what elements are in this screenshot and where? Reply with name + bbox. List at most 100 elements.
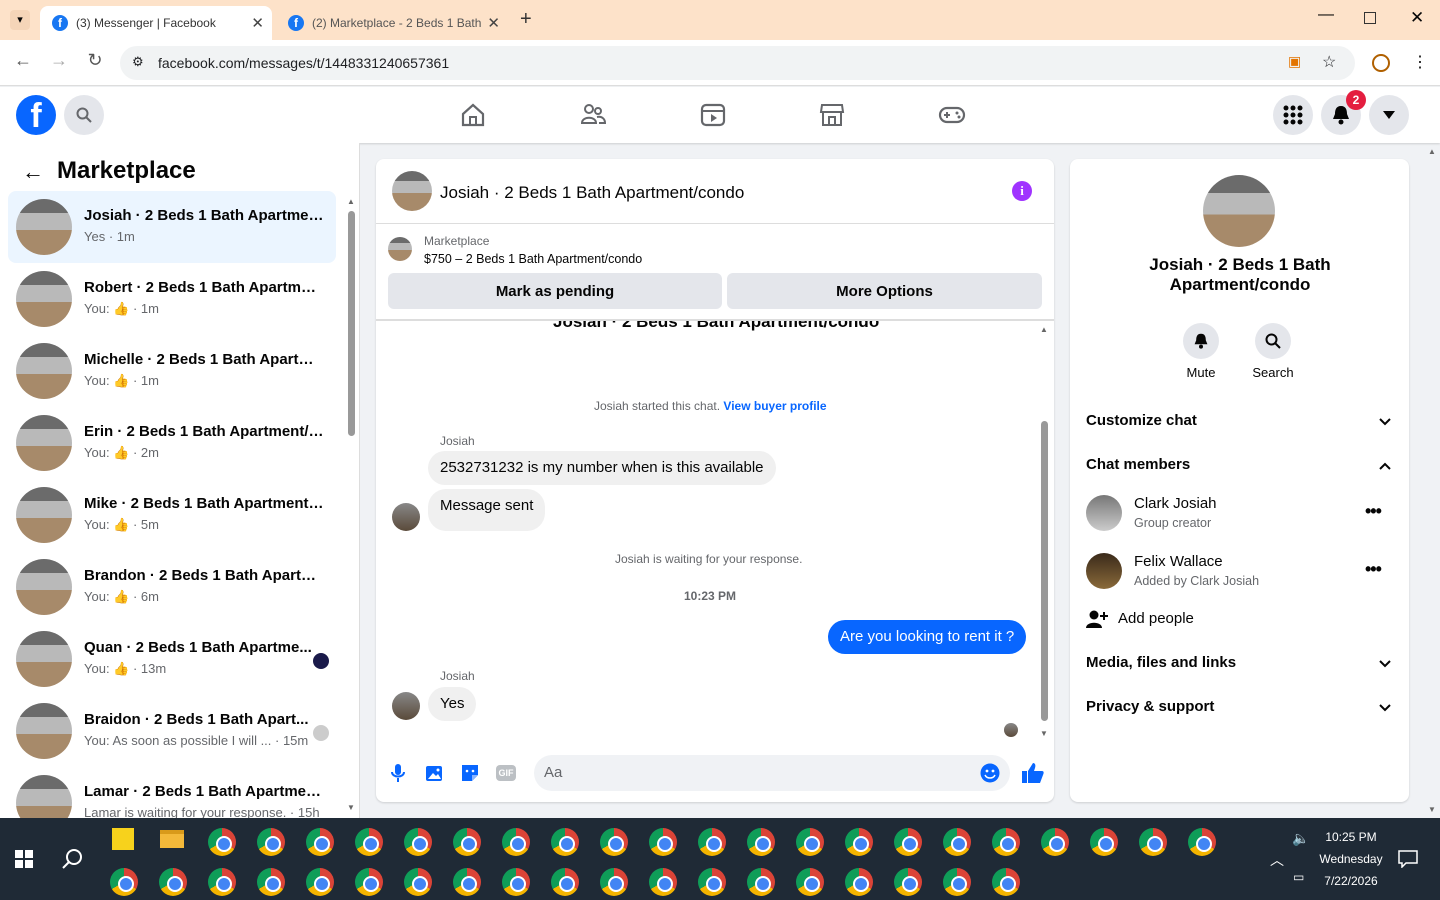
chrome-taskbar-icon[interactable] [1090, 828, 1118, 856]
info-button[interactable]: i [1012, 181, 1032, 201]
back-arrow-icon[interactable]: ← [22, 159, 44, 185]
member-name[interactable]: Clark Josiah [1134, 495, 1217, 512]
file-explorer-icon[interactable] [160, 830, 184, 848]
view-buyer-profile-link[interactable]: View buyer profile [723, 399, 826, 413]
chat-info-avatar[interactable] [1203, 175, 1275, 247]
page-scroll-up-arrow[interactable]: ▲ [1428, 147, 1436, 156]
close-tab-icon[interactable]: ✕ [251, 14, 264, 32]
chrome-taskbar-icon[interactable] [698, 828, 726, 856]
conversation-item[interactable]: Braidon · 2 Beds 1 Bath Apart... You: As … [8, 695, 336, 767]
chevron-down-icon[interactable] [1377, 656, 1393, 672]
conversation-item[interactable]: Josiah · 2 Beds 1 Bath Apartmen... Yes · … [8, 191, 336, 263]
notification-center-icon[interactable] [1398, 850, 1418, 868]
new-tab-button[interactable]: + [520, 8, 532, 31]
member-avatar[interactable] [1086, 495, 1122, 531]
chrome-taskbar-icon[interactable] [796, 868, 824, 896]
scrollbar-thumb[interactable] [348, 211, 355, 436]
chrome-taskbar-icon[interactable] [257, 828, 285, 856]
chrome-taskbar-icon[interactable] [943, 868, 971, 896]
clock-day[interactable]: Wednesday [1314, 852, 1388, 866]
chrome-taskbar-icon[interactable] [306, 828, 334, 856]
chevron-down-icon[interactable] [1377, 700, 1393, 716]
chrome-taskbar-icon[interactable] [502, 868, 530, 896]
chrome-taskbar-icon[interactable] [992, 868, 1020, 896]
sender-avatar[interactable] [392, 692, 420, 720]
chrome-taskbar-icon[interactable] [600, 868, 628, 896]
chrome-taskbar-icon[interactable] [1188, 828, 1216, 856]
chrome-taskbar-icon[interactable] [551, 828, 579, 856]
search-chat-button[interactable] [1255, 323, 1291, 359]
scroll-down-arrow[interactable]: ▼ [347, 803, 355, 812]
more-options-icon[interactable]: ••• [1365, 501, 1382, 522]
chrome-taskbar-icon[interactable] [208, 868, 236, 896]
chrome-taskbar-icon[interactable] [1139, 828, 1167, 856]
chrome-taskbar-icon[interactable] [747, 868, 775, 896]
chat-avatar[interactable] [392, 171, 432, 211]
conversation-item[interactable]: Brandon · 2 Beds 1 Bath Apartm... You: 👍 … [8, 551, 336, 623]
chrome-taskbar-icon[interactable] [453, 828, 481, 856]
conversation-item[interactable]: Erin · 2 Beds 1 Bath Apartment/c... You: … [8, 407, 336, 479]
media-files-section[interactable]: Media, files and links [1086, 654, 1236, 671]
message-bubble[interactable]: Message sent [428, 489, 546, 531]
tab-messenger[interactable]: f (3) Messenger | Facebook ✕ [40, 6, 272, 40]
chat-members-section[interactable]: Chat members [1086, 456, 1190, 473]
sender-avatar[interactable] [392, 503, 420, 531]
chrome-taskbar-icon[interactable] [453, 868, 481, 896]
facebook-logo-icon[interactable]: f [16, 95, 56, 135]
chevron-up-icon[interactable] [1377, 458, 1393, 474]
photo-icon[interactable] [425, 763, 445, 783]
chrome-taskbar-icon[interactable] [894, 868, 922, 896]
chrome-taskbar-icon[interactable] [698, 868, 726, 896]
minimize-button[interactable]: — [1318, 6, 1334, 24]
address-bar[interactable]: ⚙ facebook.com/messages/t/14483312406573… [120, 46, 1355, 80]
scroll-up-arrow[interactable]: ▲ [1040, 325, 1048, 334]
site-info-icon[interactable]: ⚙ [132, 54, 144, 70]
privacy-support-section[interactable]: Privacy & support [1086, 698, 1214, 715]
video-icon[interactable] [699, 101, 727, 129]
chrome-taskbar-icon[interactable] [306, 868, 334, 896]
clock-time[interactable]: 10:25 PM [1316, 830, 1386, 844]
scrollbar-thumb[interactable] [1041, 421, 1048, 721]
chrome-taskbar-icon[interactable] [208, 828, 236, 856]
install-app-icon[interactable]: ▣ [1288, 53, 1301, 70]
close-window-button[interactable]: ✕ [1410, 8, 1424, 28]
tab-marketplace[interactable]: f (2) Marketplace - 2 Beds 1 Bath ✕ [276, 6, 508, 40]
profile-icon[interactable] [1372, 54, 1390, 72]
sticky-notes-icon[interactable] [112, 828, 134, 850]
scroll-down-arrow[interactable]: ▼ [1040, 729, 1048, 738]
scrollbar-track[interactable]: ▲ ▼ [347, 193, 355, 813]
chrome-taskbar-icon[interactable] [845, 828, 873, 856]
scroll-up-arrow[interactable]: ▲ [347, 197, 355, 206]
chrome-taskbar-icon[interactable] [600, 828, 628, 856]
page-scroll-down-arrow[interactable]: ▼ [1428, 805, 1436, 814]
sticker-icon[interactable] [460, 763, 480, 783]
chrome-taskbar-icon[interactable] [355, 868, 383, 896]
chevron-down-icon[interactable] [1377, 414, 1393, 430]
network-icon[interactable]: ▭ [1293, 870, 1304, 884]
chrome-taskbar-icon[interactable] [502, 828, 530, 856]
menu-button[interactable] [1273, 95, 1313, 135]
gaming-icon[interactable] [938, 101, 966, 129]
conversation-item[interactable]: Lamar · 2 Beds 1 Bath Apartmen... Lamar i… [8, 767, 336, 818]
search-button[interactable] [64, 95, 104, 135]
home-icon[interactable] [459, 101, 487, 129]
chrome-taskbar-icon[interactable] [845, 868, 873, 896]
chrome-taskbar-icon[interactable] [404, 828, 432, 856]
more-options-icon[interactable]: ••• [1365, 559, 1382, 580]
back-button[interactable]: ← [10, 50, 36, 71]
listing-title[interactable]: $750 – 2 Beds 1 Bath Apartment/condo [424, 252, 642, 266]
message-bubble[interactable]: 2532731232 is my number when is this ava… [428, 451, 776, 485]
conversation-item[interactable]: Mike · 2 Beds 1 Bath Apartment/... You: 👍… [8, 479, 336, 551]
member-name[interactable]: Felix Wallace [1134, 553, 1223, 570]
chat-title[interactable]: Josiah · 2 Beds 1 Bath Apartment/condo [440, 183, 744, 203]
close-tab-icon[interactable]: ✕ [487, 14, 500, 32]
chrome-taskbar-icon[interactable] [257, 868, 285, 896]
member-avatar[interactable] [1086, 553, 1122, 589]
chrome-taskbar-icon[interactable] [355, 828, 383, 856]
chrome-taskbar-icon[interactable] [894, 828, 922, 856]
my-message-bubble[interactable]: Are you looking to rent it ? [828, 620, 1027, 654]
gif-icon[interactable]: GIF [496, 765, 516, 781]
windows-start-icon[interactable] [15, 850, 33, 868]
menu-kebab-icon[interactable]: ⋮ [1412, 52, 1428, 72]
chrome-taskbar-icon[interactable] [404, 868, 432, 896]
